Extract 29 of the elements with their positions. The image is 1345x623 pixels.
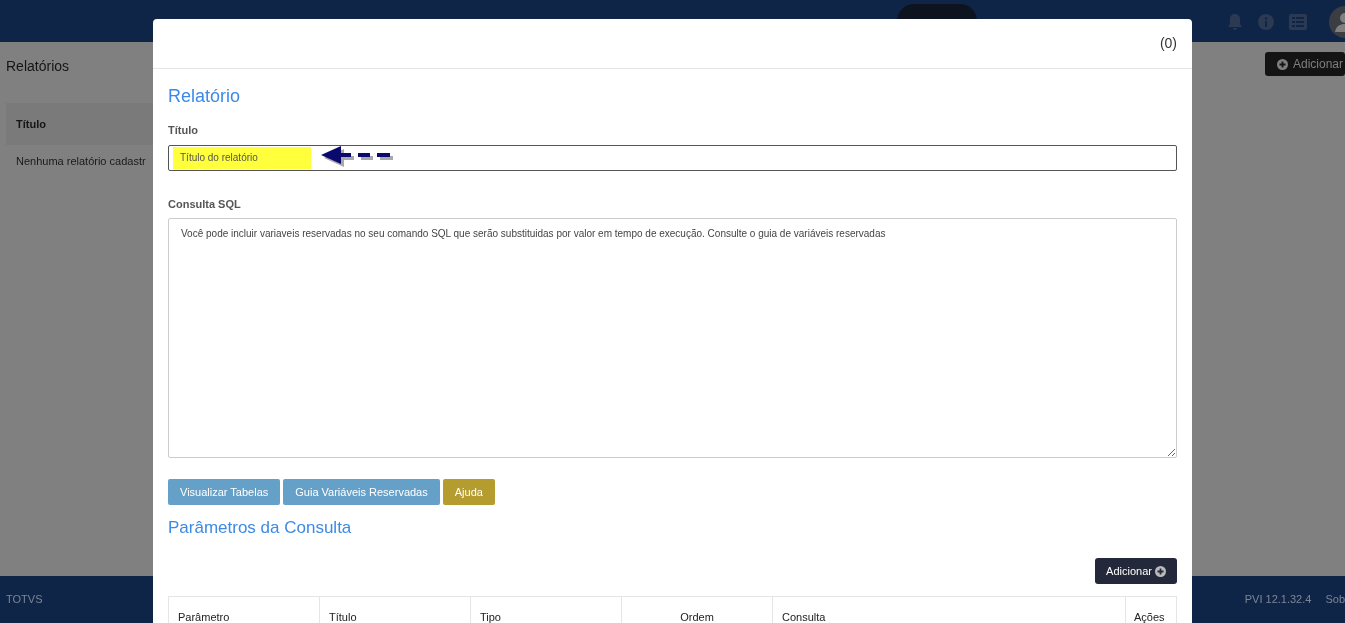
column-header: Título	[16, 116, 46, 132]
column-header: Ações	[1133, 610, 1166, 623]
field-label: Título	[168, 123, 199, 138]
title-field[interactable]: Título do relatório	[168, 144, 1177, 171]
column-header: Tipo	[471, 597, 622, 623]
action-button[interactable]: Guia Variáveis Reservadas	[283, 479, 440, 505]
column-header: Ordem	[622, 597, 773, 623]
field-label: Consulta SQL	[168, 196, 242, 212]
bell-icon[interactable]	[1227, 13, 1243, 31]
sql-field[interactable]: Você pode incluir variaveis reservadas no seu comando SQL que serão substituidas por valor em tempo de execução. Consulte o guia de variáveis reservadas	[168, 218, 1177, 458]
version-text: PVI 12.1.32.4	[1244, 592, 1312, 608]
empty-message: Nenhuma relatório cadastr	[15, 154, 147, 169]
action-button[interactable]: Visualizar Tabelas	[168, 479, 281, 505]
footer-link[interactable]: Sob	[1325, 591, 1345, 608]
modal-heading: Relatório	[168, 85, 242, 107]
info-icon[interactable]	[1257, 13, 1275, 31]
plus-icon	[1154, 565, 1166, 577]
column-header: Parâmetro	[169, 597, 320, 623]
count-label: (0)	[1159, 34, 1177, 53]
footer-brand: TOTVS	[6, 592, 43, 608]
column-header: Título	[320, 597, 471, 623]
action-button[interactable]: Ajuda	[442, 479, 495, 505]
add-button[interactable]: Adicionar	[1265, 52, 1345, 76]
section-heading: Parâmetros da Consulta	[168, 517, 353, 539]
plus-icon	[1277, 58, 1288, 70]
page-title: Relatórios	[6, 57, 71, 76]
add-button[interactable]: Adicionar	[1095, 558, 1177, 584]
list-icon[interactable]	[1289, 14, 1307, 30]
column-header: Consulta	[773, 597, 1126, 623]
